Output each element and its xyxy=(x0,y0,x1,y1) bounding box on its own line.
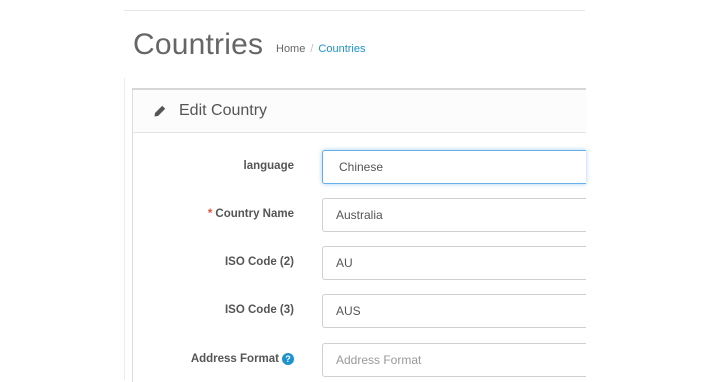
iso-code-3-label: ISO Code (3) xyxy=(224,304,294,316)
pencil-icon xyxy=(154,105,166,117)
top-divider xyxy=(124,10,585,11)
required-asterisk: * xyxy=(207,208,213,220)
country-name-label-text: Country Name xyxy=(215,208,294,220)
breadcrumb-countries-link[interactable]: Countries xyxy=(318,43,365,55)
form-row-country-name: * Country Name xyxy=(133,198,586,232)
address-format-label-text: Address Format xyxy=(190,353,279,365)
panel-heading: Edit Country xyxy=(133,90,586,133)
address-format-input[interactable] xyxy=(322,343,586,377)
breadcrumb-separator: / xyxy=(310,43,314,55)
form-row-language: language Chinese xyxy=(133,150,586,184)
breadcrumb: Home / Countries xyxy=(276,43,365,55)
content-border xyxy=(124,78,125,380)
help-icon[interactable]: ? xyxy=(282,353,294,365)
iso-code-2-label: ISO Code (2) xyxy=(224,256,294,268)
form-row-iso-code-2: ISO Code (2) xyxy=(133,246,586,280)
country-name-label: * Country Name xyxy=(208,208,294,220)
address-format-label: Address Format? xyxy=(191,353,294,365)
iso-code-3-input[interactable] xyxy=(322,294,586,328)
iso-code-2-input[interactable] xyxy=(322,246,586,280)
page-title: Countries xyxy=(133,28,264,61)
language-select[interactable]: Chinese xyxy=(322,150,586,184)
form-row-iso-code-3: ISO Code (3) xyxy=(133,294,586,328)
breadcrumb-home-link[interactable]: Home xyxy=(276,43,305,55)
edit-country-panel: Edit Country language Chinese * Country N… xyxy=(132,88,586,382)
page-header: Countries Home / Countries xyxy=(133,24,585,64)
panel-title: Edit Country xyxy=(179,102,268,119)
language-label: language xyxy=(243,160,294,172)
country-name-input[interactable] xyxy=(322,198,586,232)
form-row-address-format: Address Format? xyxy=(133,343,586,377)
